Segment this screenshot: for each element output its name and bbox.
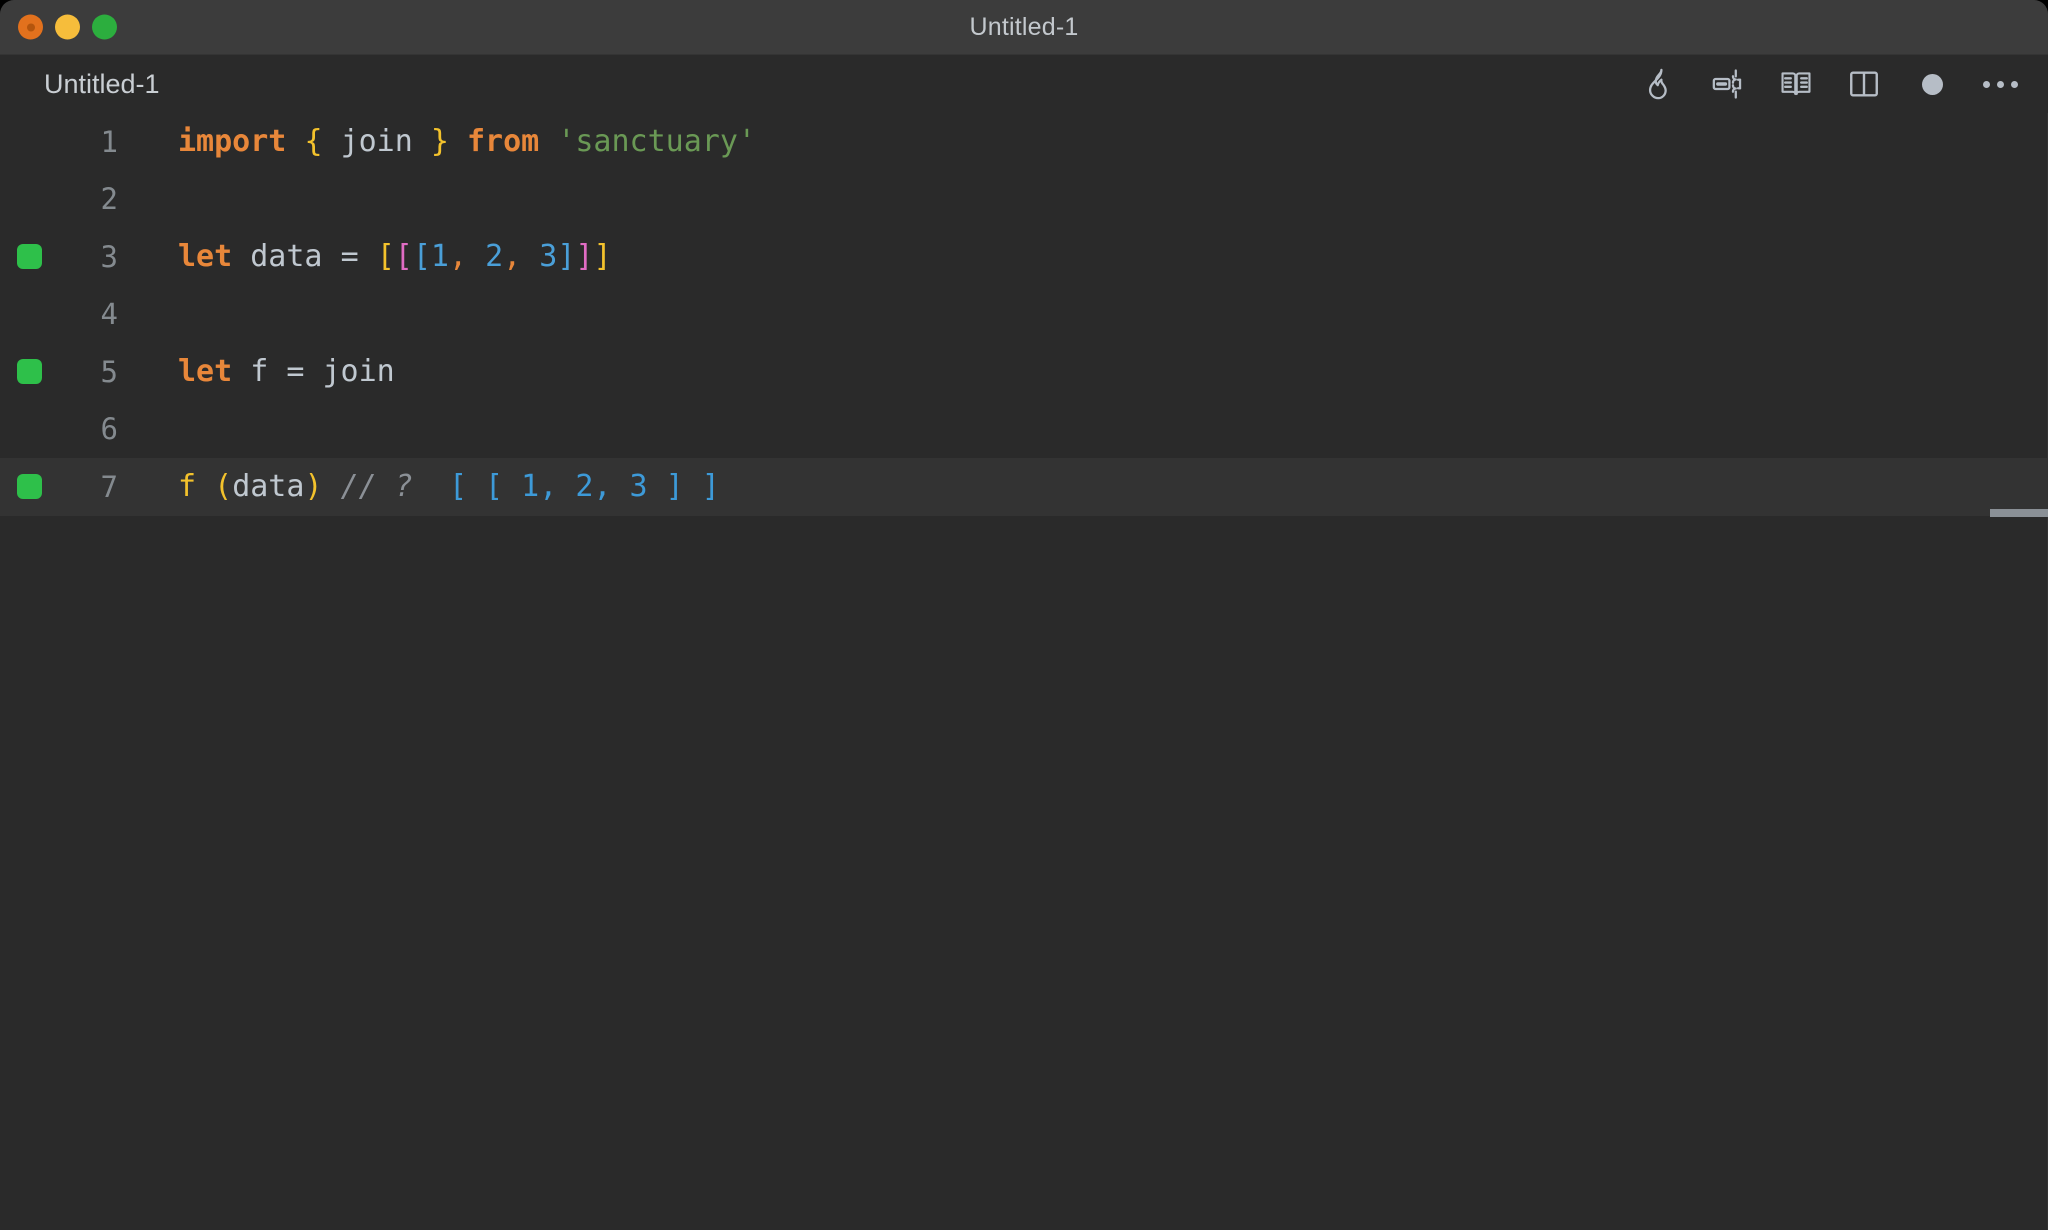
code-line-6[interactable]: 6 [0,401,2048,459]
scrollbar-thumb[interactable] [1990,509,2048,517]
token-comment: // [340,469,377,505]
line-number: 2 [100,182,118,217]
code-line-5[interactable]: 5 let f = join [0,343,2048,401]
executable-line-indicator[interactable] [16,244,42,270]
window-titlebar: Untitled-1 [0,0,2048,55]
line-number: 6 [100,412,118,447]
token-comment: ? [394,469,413,505]
code-line-1[interactable]: 1 import { join } from 'sanctuary' [0,113,2048,171]
executable-line-indicator[interactable] [16,359,42,385]
code-line-7[interactable]: 7 f (data) // ? [ [ 1, 2, 3 ] ] [0,458,2048,516]
split-panel-icon[interactable] [1844,64,1884,104]
close-window-button[interactable] [18,14,43,40]
token-comma: , [448,239,467,275]
minimize-window-button[interactable] [55,14,80,40]
token-num: 2 [485,239,504,275]
token-plain: data [232,469,305,505]
traffic-light-controls [18,14,117,40]
token-b1: [ [376,239,395,275]
token-b1: ] [593,239,612,275]
code-line-2[interactable]: 2 [0,171,2048,229]
unsaved-dot-icon[interactable] [1912,64,1952,104]
token-num: 1 [430,239,449,275]
code-lines: 1 import { join } from 'sanctuary' 2 3 let d… [0,113,2048,516]
token-b2: [ [394,239,413,275]
run-line-marker[interactable] [0,359,58,385]
code-editor[interactable]: 1 import { join } from 'sanctuary' 2 3 let d… [0,113,2048,1230]
token-brace: } [430,124,449,160]
token-op: = [340,239,359,275]
window-title: Untitled-1 [969,12,1079,41]
editor-window: Untitled-1 Untitled-1 1 import {join} … [0,0,2048,1230]
token-plain: data [250,239,323,275]
book-icon[interactable] [1776,64,1816,104]
editor-toolbar: Untitled-1 [0,55,2048,113]
line-number: 7 [100,469,118,504]
line-code[interactable]: f (data) // ? [ [ 1, 2, 3 ] ] [178,469,720,505]
token-comma: , [503,239,522,275]
line-code[interactable]: let data = [[[1, 2, 3]]] [178,239,612,274]
token-paren: ) [304,469,323,505]
token-b3: ] [557,239,576,275]
line-number: 5 [100,354,118,389]
eval-inline-icon[interactable] [1708,64,1748,104]
more-options-dots [1982,80,2018,88]
executable-line-indicator[interactable] [16,474,42,500]
line-code[interactable]: import { join } from 'sanctuary' [178,124,756,159]
line-number: 4 [100,297,118,332]
token-str: 'sanctuary' [557,124,756,160]
token-kw: let [178,239,233,275]
toolbar-actions [1640,64,2020,104]
token-brace: { [304,124,323,160]
flame-icon[interactable] [1640,64,1680,104]
token-plain: join [322,354,395,390]
token-paren: ( [214,469,233,505]
token-kw: let [178,354,233,390]
token-op: = [286,354,305,390]
token-b2: ] [575,239,594,275]
tab-untitled-1[interactable]: Untitled-1 [44,69,160,100]
unsaved-indicator [1921,73,1943,95]
token-result: [ [ 1, 2, 3 ] ] [448,469,720,505]
token-ident: join [340,124,413,160]
token-kw: from [467,124,540,160]
code-line-4[interactable]: 4 [0,286,2048,344]
ellipsis-icon[interactable] [1980,64,2020,104]
token-fn: f [178,469,197,505]
token-num: 3 [539,239,558,275]
line-code[interactable]: let f = join [178,354,395,389]
code-line-3[interactable]: 3 let data = [[[1, 2, 3]]] [0,228,2048,286]
maximize-window-button[interactable] [92,14,117,40]
app-root: Untitled-1 Untitled-1 1 import {join} … [0,0,2048,1230]
line-number: 3 [100,239,118,274]
run-line-marker[interactable] [0,244,58,270]
token-b3: [ [412,239,431,275]
run-line-marker[interactable] [0,474,58,500]
token-plain: f [250,354,269,390]
line-number: 1 [100,124,118,159]
token-kw: import [178,124,287,160]
